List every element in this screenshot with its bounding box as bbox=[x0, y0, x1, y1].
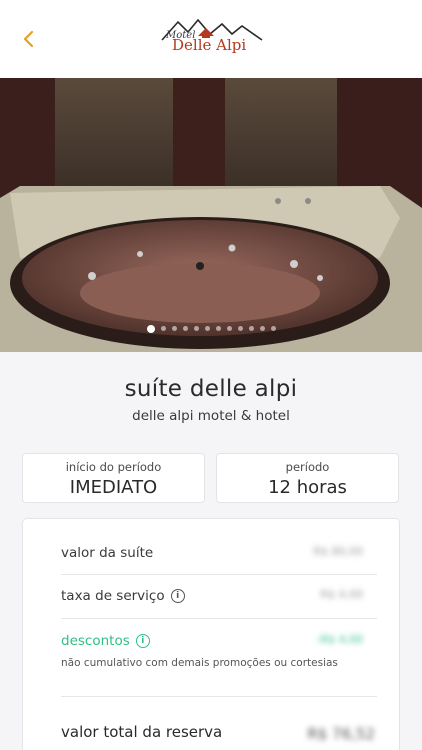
carousel-dot[interactable] bbox=[160, 326, 166, 331]
service-fee-label-group: taxa de serviço i bbox=[61, 588, 185, 604]
divider bbox=[61, 696, 377, 697]
carousel-pagination[interactable] bbox=[0, 324, 422, 333]
discounts-amount: -R$ 4,00 bbox=[316, 633, 363, 646]
period-value: 12 horas bbox=[268, 477, 347, 498]
total-label: valor total da reserva bbox=[61, 723, 223, 741]
suite-subtitle: delle alpi motel & hotel bbox=[132, 408, 290, 424]
carousel-dot[interactable] bbox=[193, 326, 199, 331]
period-box[interactable]: período 12 horas bbox=[216, 453, 399, 503]
jacuzzi-photo bbox=[0, 78, 422, 352]
period-start-value: IMEDIATO bbox=[69, 477, 158, 498]
total-amount: R$ 76,52 bbox=[307, 725, 375, 743]
chevron-left-icon bbox=[23, 30, 34, 48]
suite-photo-carousel[interactable] bbox=[0, 78, 422, 352]
discounts-label-group: descontos i bbox=[61, 633, 150, 649]
suite-value-amount: R$ 80,00 bbox=[313, 545, 363, 558]
carousel-dot[interactable] bbox=[146, 324, 155, 333]
divider bbox=[61, 574, 377, 575]
carousel-dot[interactable] bbox=[270, 326, 276, 331]
carousel-dot[interactable] bbox=[182, 326, 188, 331]
divider bbox=[61, 618, 377, 619]
suite-value-label: valor da suíte bbox=[61, 545, 154, 561]
period-start-label: início do período bbox=[65, 460, 162, 474]
discounts-label: descontos bbox=[61, 633, 130, 649]
period-start-box[interactable]: início do período IMEDIATO bbox=[22, 453, 205, 503]
carousel-dot[interactable] bbox=[248, 326, 254, 331]
motel-logo: Motel Delle Alpi bbox=[160, 14, 264, 62]
logo-main-text: Delle Alpi bbox=[172, 36, 247, 54]
back-button[interactable] bbox=[14, 24, 44, 54]
service-fee-amount: R$ 4,00 bbox=[320, 588, 363, 601]
app-header: Motel Delle Alpi bbox=[0, 0, 422, 78]
service-fee-label: taxa de serviço bbox=[61, 588, 165, 604]
carousel-dot[interactable] bbox=[259, 326, 265, 331]
carousel-dot[interactable] bbox=[226, 326, 232, 331]
suite-title: suíte delle alpi bbox=[124, 376, 298, 402]
period-label: período bbox=[285, 460, 330, 474]
service-fee-info-icon[interactable]: i bbox=[170, 589, 185, 603]
discounts-note: não cumulativo com demais promoções ou c… bbox=[61, 657, 338, 669]
carousel-dot[interactable] bbox=[215, 326, 221, 331]
carousel-dot[interactable] bbox=[237, 326, 243, 331]
discounts-info-icon[interactable]: i bbox=[135, 634, 150, 648]
carousel-dot[interactable] bbox=[171, 326, 177, 331]
pricing-card: valor da suíte R$ 80,00 taxa de serviço … bbox=[22, 518, 400, 750]
carousel-dot[interactable] bbox=[204, 326, 210, 331]
